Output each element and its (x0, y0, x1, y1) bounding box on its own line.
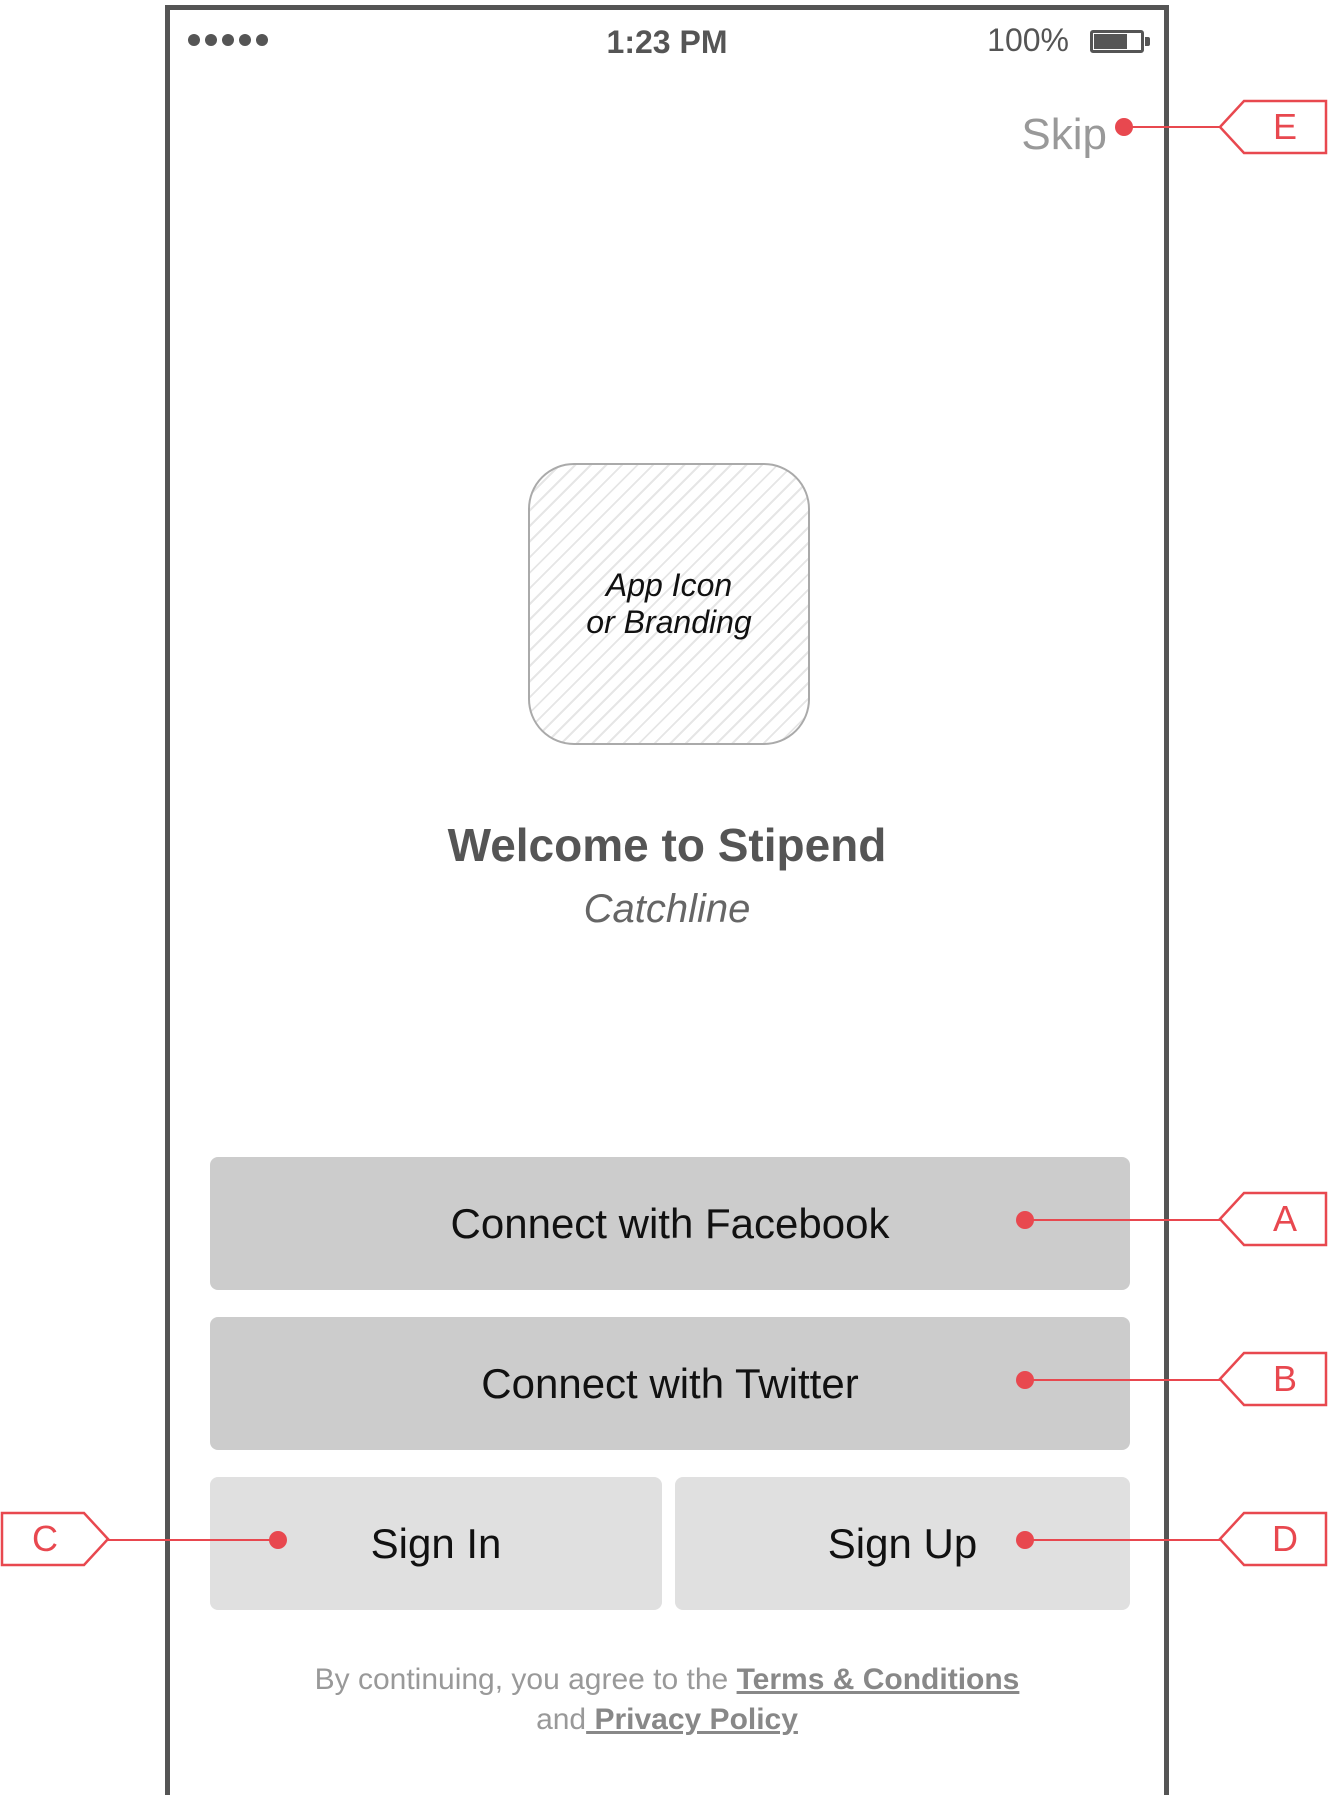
phone-frame: 1:23 PM 100% Skip App Icon or Branding W… (165, 5, 1169, 1795)
annotation-d-line (1025, 1539, 1220, 1541)
catchline: Catchline (583, 887, 751, 931)
battery-percent: 100% (987, 22, 1069, 58)
annotation-b-line (1025, 1379, 1220, 1381)
sign-up-button[interactable]: Sign Up (675, 1477, 1130, 1610)
annotation-c-dot (269, 1531, 287, 1549)
battery-icon (1090, 30, 1150, 53)
privacy-link[interactable]: Privacy Policy (586, 1703, 797, 1736)
app-icon-placeholder: App Icon or Branding (528, 463, 810, 745)
legal-prefix: By continuing, you agree to the (314, 1663, 737, 1696)
terms-link[interactable]: Terms & Conditions (737, 1663, 1020, 1696)
annotation-a-line (1025, 1219, 1220, 1221)
connect-twitter-button[interactable]: Connect with Twitter (210, 1317, 1130, 1450)
annotation-d-label: D (1272, 1518, 1298, 1559)
annotation-e-line (1124, 126, 1220, 128)
skip-button[interactable]: Skip (1021, 110, 1107, 160)
annotation-c-line (108, 1539, 278, 1541)
annotation-b-label: B (1272, 1358, 1297, 1399)
connect-facebook-button[interactable]: Connect with Facebook (210, 1157, 1130, 1290)
status-bar: 1:23 PM 100% (170, 10, 1164, 70)
annotation-c-label: C (32, 1518, 58, 1559)
annotation-a-label: A (1272, 1198, 1297, 1239)
annotation-e-label: E (1272, 106, 1297, 147)
legal-conjunction: and (536, 1703, 587, 1736)
app-icon-label: App Icon or Branding (586, 567, 752, 640)
legal-notice: By continuing, you agree to the Terms & … (170, 1660, 1164, 1740)
welcome-title: Welcome to Stipend (447, 819, 887, 871)
